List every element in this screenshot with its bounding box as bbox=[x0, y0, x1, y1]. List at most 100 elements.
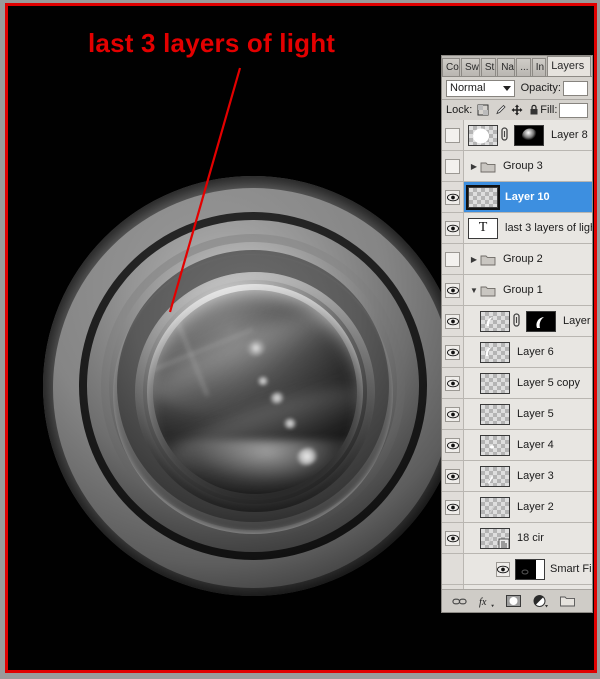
tab-info[interactable]: In bbox=[531, 58, 547, 76]
visibility-cell[interactable] bbox=[442, 337, 464, 367]
layer-mask-thumbnail[interactable] bbox=[526, 310, 556, 332]
panel-bottom-toolbar: fx bbox=[442, 589, 592, 612]
layer-list[interactable]: Layer 8 ▶ Group 3 Layer 10 T last 3 laye… bbox=[442, 120, 592, 590]
link-icon[interactable] bbox=[512, 312, 521, 331]
visibility-cell[interactable] bbox=[442, 182, 464, 212]
visibility-cell[interactable] bbox=[442, 151, 464, 181]
table-row[interactable]: Layer 10 bbox=[442, 182, 592, 213]
eye-icon-on[interactable] bbox=[445, 437, 460, 453]
chevron-down-icon[interactable]: ▼ bbox=[468, 286, 480, 295]
tab-swatches[interactable]: Sw bbox=[460, 58, 480, 76]
chevron-right-icon[interactable]: ▶ bbox=[468, 255, 480, 264]
opacity-input[interactable] bbox=[562, 80, 588, 96]
table-row[interactable]: Layer 6 bbox=[442, 337, 592, 368]
table-row[interactable]: Layer 4 bbox=[442, 430, 592, 461]
table-row[interactable]: T last 3 layers of ligh bbox=[442, 213, 592, 244]
layer-name: Layer 5 bbox=[517, 408, 554, 420]
glass-bottom-glow bbox=[157, 440, 357, 494]
visibility-cell[interactable] bbox=[442, 368, 464, 398]
chevron-right-icon[interactable]: ▶ bbox=[468, 162, 480, 171]
eye-icon-off[interactable] bbox=[445, 251, 460, 267]
table-row[interactable]: 18 cir bbox=[442, 523, 592, 554]
eye-icon-on[interactable] bbox=[445, 468, 460, 484]
annotation-text: last 3 layers of light bbox=[88, 28, 336, 58]
adjustment-layer-icon[interactable] bbox=[533, 594, 548, 609]
eye-icon-on[interactable] bbox=[445, 344, 460, 360]
eye-icon-off[interactable] bbox=[445, 158, 460, 174]
table-row[interactable]: Layer 5 bbox=[442, 399, 592, 430]
layer-thumbnail[interactable] bbox=[466, 184, 500, 210]
eye-icon-on[interactable] bbox=[496, 561, 510, 577]
fx-icon[interactable]: fx bbox=[479, 594, 494, 609]
visibility-cell[interactable] bbox=[442, 213, 464, 243]
eye-icon-off[interactable] bbox=[445, 127, 460, 143]
eye-icon-on[interactable] bbox=[445, 499, 460, 515]
text-layer-thumbnail[interactable]: T bbox=[468, 217, 498, 239]
table-row[interactable]: Layer 5 copy bbox=[442, 368, 592, 399]
layer-mask-thumbnail[interactable] bbox=[514, 124, 544, 146]
eye-icon-on[interactable] bbox=[445, 313, 460, 329]
visibility-cell[interactable] bbox=[442, 120, 464, 150]
table-row[interactable]: Layer 2 bbox=[442, 492, 592, 523]
link-layers-icon[interactable] bbox=[452, 594, 467, 609]
smart-filter-mask-thumbnail[interactable] bbox=[515, 558, 545, 580]
lens-graphic bbox=[43, 176, 463, 596]
tab-label: St bbox=[484, 62, 495, 73]
visibility-cell[interactable] bbox=[442, 461, 464, 491]
brush-lock-icon[interactable] bbox=[494, 104, 506, 116]
add-mask-icon[interactable] bbox=[506, 594, 521, 609]
all-lock-icon[interactable] bbox=[528, 104, 540, 116]
layer-thumbnail[interactable] bbox=[480, 372, 510, 394]
link-icon[interactable] bbox=[500, 126, 509, 145]
table-row[interactable]: Layer 8 bbox=[442, 120, 592, 151]
layer-name: Layer 10 bbox=[505, 191, 550, 203]
table-row[interactable]: ▼ Group 1 bbox=[442, 275, 592, 306]
tab-styles[interactable]: St bbox=[480, 58, 497, 76]
visibility-cell[interactable] bbox=[442, 523, 464, 553]
blend-mode-select[interactable]: Normal bbox=[446, 79, 515, 97]
layer-name: Layer 8 bbox=[551, 129, 588, 141]
tab-label: In bbox=[535, 62, 545, 73]
new-group-icon[interactable] bbox=[560, 594, 575, 609]
tab-label: Co bbox=[446, 62, 459, 73]
layer-thumbnail[interactable] bbox=[480, 496, 510, 518]
visibility-cell[interactable] bbox=[442, 492, 464, 522]
layer-name: Group 2 bbox=[503, 253, 543, 265]
layer-thumbnail[interactable] bbox=[480, 465, 510, 487]
layer-thumbnail[interactable] bbox=[480, 310, 510, 332]
eye-icon-on[interactable] bbox=[445, 406, 460, 422]
transparency-lock-icon[interactable] bbox=[477, 104, 489, 116]
layer-thumbnail[interactable] bbox=[480, 527, 510, 549]
table-row[interactable]: Layer bbox=[442, 306, 592, 337]
eye-icon-on[interactable] bbox=[445, 220, 460, 236]
eye-icon-on[interactable] bbox=[445, 189, 460, 205]
layer-thumbnail[interactable] bbox=[480, 403, 510, 425]
table-row[interactable]: ▶ Group 3 bbox=[442, 151, 592, 182]
eye-icon-on[interactable] bbox=[445, 282, 460, 298]
tab-label: Layers bbox=[551, 60, 585, 72]
lock-label: Lock: bbox=[446, 104, 473, 116]
layer-thumbnail[interactable] bbox=[468, 124, 498, 146]
visibility-cell[interactable] bbox=[442, 306, 464, 336]
table-row[interactable]: Smart Fil bbox=[442, 554, 592, 585]
table-row[interactable]: Layer 3 bbox=[442, 461, 592, 492]
tab-label: Na bbox=[501, 62, 514, 73]
blend-mode-value: Normal bbox=[450, 82, 486, 94]
visibility-cell[interactable] bbox=[442, 275, 464, 305]
eye-icon-on[interactable] bbox=[445, 375, 460, 391]
svg-text:fx: fx bbox=[479, 596, 487, 607]
move-lock-icon[interactable] bbox=[511, 104, 523, 116]
visibility-cell[interactable] bbox=[442, 430, 464, 460]
layer-thumbnail[interactable] bbox=[480, 341, 510, 363]
layer-thumbnail[interactable] bbox=[480, 434, 510, 456]
layer-name: Layer 6 bbox=[517, 346, 554, 358]
tab-navigator[interactable]: Na bbox=[497, 58, 516, 76]
visibility-cell[interactable] bbox=[442, 244, 464, 274]
table-row[interactable]: ▶ Group 2 bbox=[442, 244, 592, 275]
eye-icon-on[interactable] bbox=[445, 530, 460, 546]
tab-layers[interactable]: Layers × bbox=[547, 56, 591, 76]
fill-input[interactable] bbox=[559, 102, 588, 118]
visibility-cell[interactable] bbox=[442, 399, 464, 429]
tab-color[interactable]: Co bbox=[442, 58, 460, 76]
tab-overflow[interactable]: ... bbox=[516, 58, 531, 76]
